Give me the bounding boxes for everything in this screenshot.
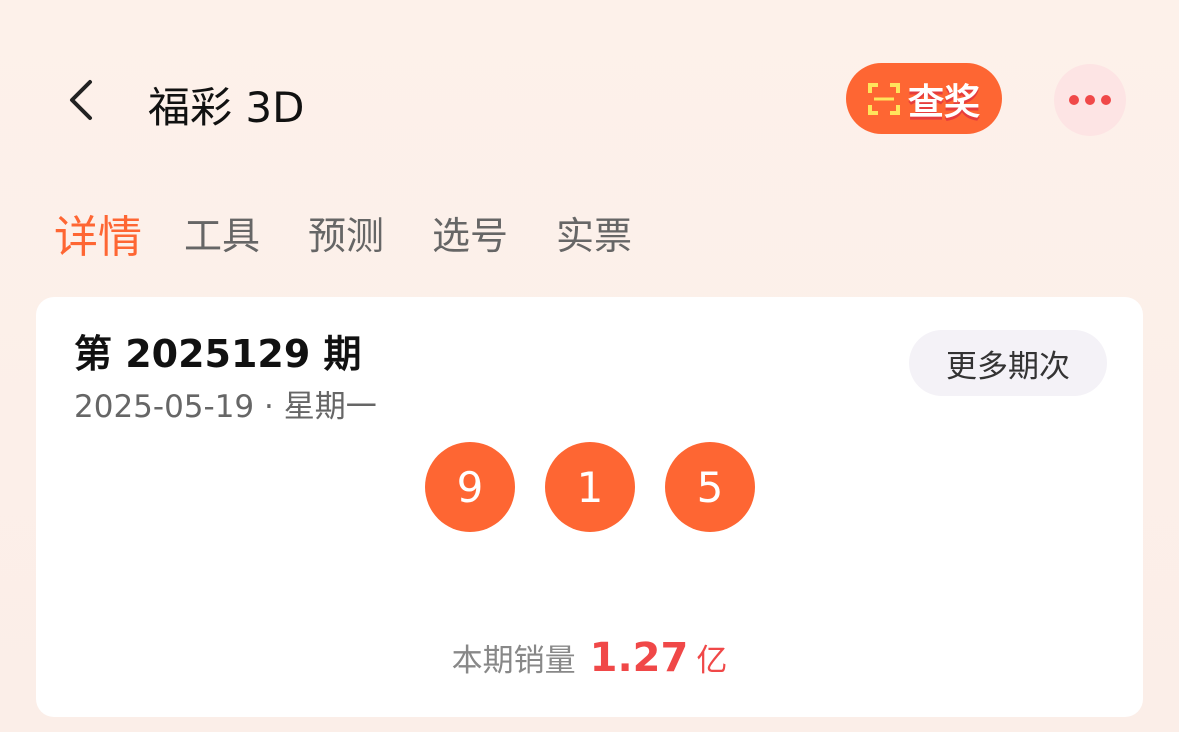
- number-ball: 5: [665, 442, 755, 532]
- issue-number: 第 2025129 期: [74, 332, 362, 376]
- chevron-left-icon: [70, 80, 92, 120]
- tab-predict[interactable]: 预测: [308, 205, 384, 265]
- more-options-button[interactable]: [1054, 64, 1126, 136]
- check-prize-button[interactable]: 查奖: [846, 63, 1002, 134]
- check-prize-label: 查奖: [907, 81, 980, 123]
- tab-bar: 详情 工具 预测 选号 实票: [54, 205, 680, 265]
- draw-date: 2025-05-19 · 星期一: [74, 389, 377, 425]
- more-issues-button[interactable]: 更多期次: [909, 330, 1107, 396]
- dot-icon: [1101, 95, 1111, 105]
- tab-pick-numbers[interactable]: 选号: [432, 205, 508, 265]
- dot-icon: [1085, 95, 1095, 105]
- number-ball: 9: [425, 442, 515, 532]
- tab-tools[interactable]: 工具: [184, 205, 260, 265]
- scan-icon: [867, 82, 900, 115]
- dot-icon: [1069, 95, 1079, 105]
- sales-info: 本期销量 1.27 亿: [36, 635, 1143, 681]
- draw-result-card: 第 2025129 期 2025-05-19 · 星期一 更多期次 9 1 5 …: [36, 297, 1143, 717]
- winning-numbers: 9 1 5: [425, 442, 755, 532]
- number-ball: 1: [545, 442, 635, 532]
- sales-unit: 亿: [696, 643, 728, 679]
- back-button[interactable]: [62, 78, 102, 122]
- tab-details[interactable]: 详情: [54, 201, 142, 265]
- sales-value: 1.27: [589, 635, 689, 681]
- sales-label: 本期销量: [451, 643, 576, 679]
- tab-real-tickets[interactable]: 实票: [556, 205, 632, 265]
- page-title: 福彩 3D: [148, 83, 305, 132]
